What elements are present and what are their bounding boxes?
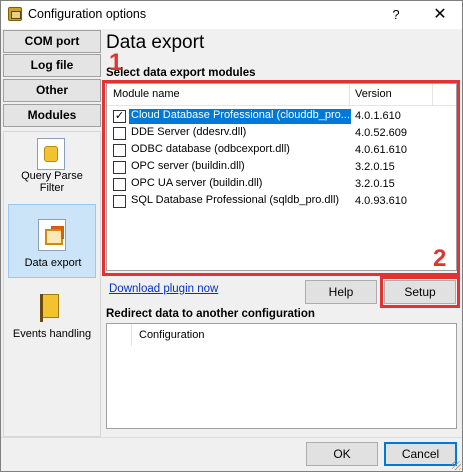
tab-log-file[interactable]: Log file (3, 54, 101, 77)
export-document-icon (38, 219, 66, 251)
window-title: Configuration options (28, 7, 147, 21)
close-button[interactable]: ✕ (418, 1, 462, 29)
flag-icon (37, 292, 65, 324)
column-divider[interactable] (131, 324, 132, 346)
app-icon (8, 7, 22, 21)
modules-nav-list: Query Parse Filter Data export Events ha… (3, 131, 101, 437)
help-button[interactable]: Help (305, 280, 377, 304)
nav-item-label: Query Parse Filter (21, 170, 83, 194)
redirect-section-label: Redirect data to another configuration (106, 308, 315, 320)
puzzle-document-icon (37, 138, 65, 170)
annotation-box-2 (380, 276, 460, 308)
nav-item-query-parse-filter[interactable]: Query Parse Filter (8, 134, 96, 200)
tab-modules[interactable]: Modules (3, 104, 101, 127)
tab-other[interactable]: Other (3, 79, 101, 102)
tab-com-port[interactable]: COM port (3, 30, 101, 53)
redirect-configuration-list[interactable]: Configuration (106, 323, 457, 429)
title-bar: Configuration options ? ✕ (1, 1, 462, 29)
column-header-configuration[interactable]: Configuration (139, 329, 204, 341)
download-plugin-link[interactable]: Download plugin now (109, 283, 218, 295)
modules-section-label: Select data export modules (106, 67, 256, 79)
nav-item-events-handling[interactable]: Events handling (8, 292, 96, 342)
help-title-button[interactable]: ? (374, 1, 418, 29)
ok-button[interactable]: OK (306, 442, 378, 466)
nav-item-label: Events handling (12, 328, 92, 340)
annotation-number-1: 1 (109, 49, 123, 76)
configuration-window: Configuration options ? ✕ COM port Log f… (0, 0, 463, 472)
resize-grip-icon[interactable] (452, 461, 461, 470)
annotation-box-1 (102, 80, 460, 276)
nav-item-label: Data export (24, 257, 82, 269)
annotation-number-2: 2 (433, 245, 447, 272)
cancel-button[interactable]: Cancel (384, 442, 457, 466)
nav-item-data-export[interactable]: Data export (8, 204, 96, 278)
